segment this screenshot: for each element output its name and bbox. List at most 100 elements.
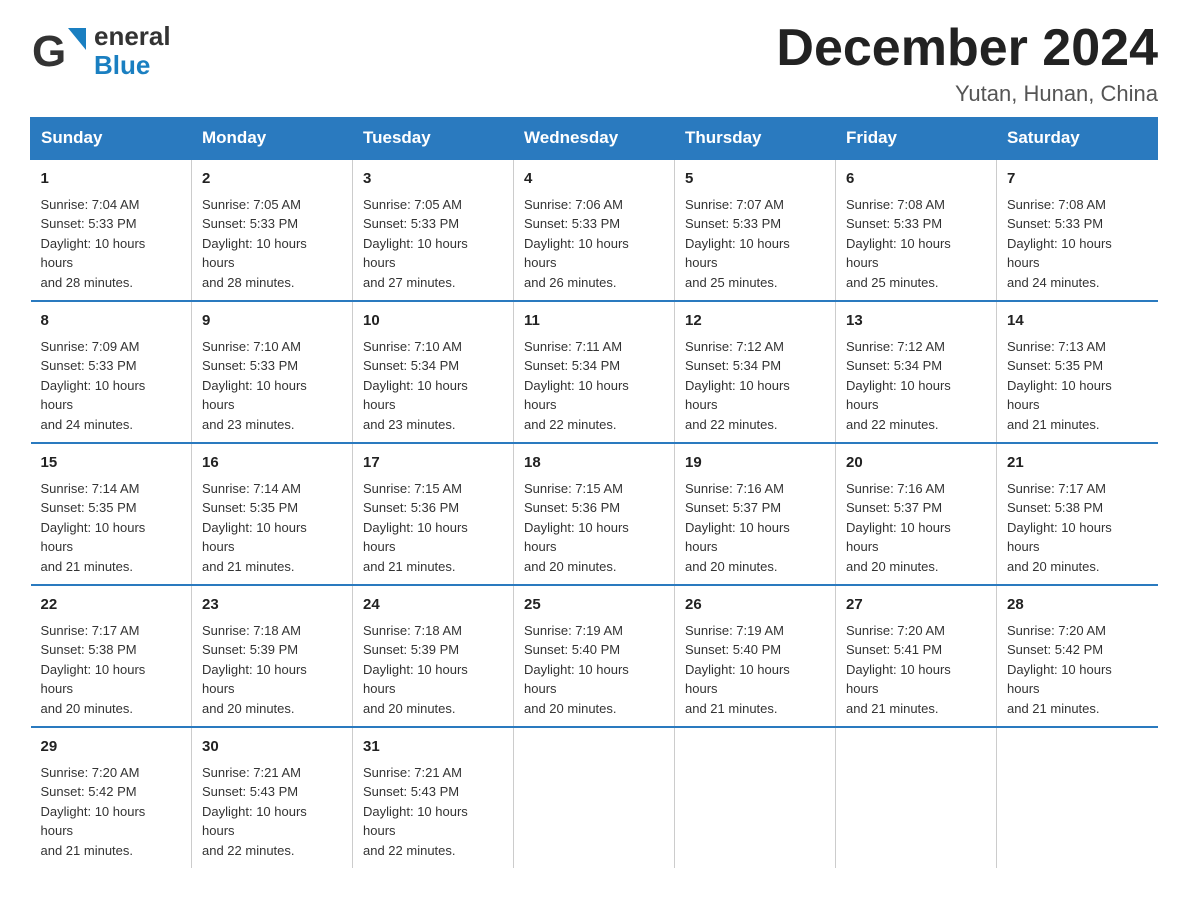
day-number: 23 — [202, 594, 342, 617]
day-number: 29 — [41, 736, 182, 759]
day-number: 26 — [685, 594, 825, 617]
day-number: 22 — [41, 594, 182, 617]
week-row-4: 22 Sunrise: 7:17 AMSunset: 5:38 PMDayligh… — [31, 585, 1158, 727]
day-info: Sunrise: 7:05 AMSunset: 5:33 PMDaylight:… — [202, 195, 342, 293]
day-info: Sunrise: 7:07 AMSunset: 5:33 PMDaylight:… — [685, 195, 825, 293]
day-info: Sunrise: 7:12 AMSunset: 5:34 PMDaylight:… — [846, 337, 986, 435]
calendar-cell: 24 Sunrise: 7:18 AMSunset: 5:39 PMDayligh… — [353, 585, 514, 727]
day-number: 9 — [202, 310, 342, 333]
day-info: Sunrise: 7:17 AMSunset: 5:38 PMDaylight:… — [1007, 479, 1148, 577]
calendar-cell: 14 Sunrise: 7:13 AMSunset: 5:35 PMDayligh… — [997, 301, 1158, 443]
day-number: 13 — [846, 310, 986, 333]
calendar-cell: 18 Sunrise: 7:15 AMSunset: 5:36 PMDayligh… — [514, 443, 675, 585]
day-number: 18 — [524, 452, 664, 475]
day-number: 15 — [41, 452, 182, 475]
day-number: 11 — [524, 310, 664, 333]
header-day-sunday: Sunday — [31, 118, 192, 160]
day-info: Sunrise: 7:13 AMSunset: 5:35 PMDaylight:… — [1007, 337, 1148, 435]
day-info: Sunrise: 7:08 AMSunset: 5:33 PMDaylight:… — [1007, 195, 1148, 293]
calendar-cell: 1Sunrise: 7:04 AMSunset: 5:33 PMDaylight… — [31, 159, 192, 301]
day-info: Sunrise: 7:17 AMSunset: 5:38 PMDaylight:… — [41, 621, 182, 719]
calendar-cell: 31Sunrise: 7:21 AMSunset: 5:43 PMDayligh… — [353, 727, 514, 868]
day-number: 28 — [1007, 594, 1148, 617]
day-number: 24 — [363, 594, 503, 617]
day-number: 16 — [202, 452, 342, 475]
day-info: Sunrise: 7:05 AMSunset: 5:33 PMDaylight:… — [363, 195, 503, 293]
calendar-cell: 6 Sunrise: 7:08 AMSunset: 5:33 PMDaylight… — [836, 159, 997, 301]
day-number: 21 — [1007, 452, 1148, 475]
day-number: 20 — [846, 452, 986, 475]
day-info: Sunrise: 7:18 AMSunset: 5:39 PMDaylight:… — [363, 621, 503, 719]
header-day-monday: Monday — [192, 118, 353, 160]
logo: G eneral Blue — [30, 20, 171, 82]
day-number: 12 — [685, 310, 825, 333]
calendar-cell: 16Sunrise: 7:14 AMSunset: 5:35 PMDayligh… — [192, 443, 353, 585]
header-day-friday: Friday — [836, 118, 997, 160]
calendar-cell: 29 Sunrise: 7:20 AMSunset: 5:42 PMDayligh… — [31, 727, 192, 868]
svg-text:G: G — [32, 27, 66, 76]
calendar-cell: 15Sunrise: 7:14 AMSunset: 5:35 PMDayligh… — [31, 443, 192, 585]
day-number: 5 — [685, 168, 825, 191]
calendar-cell: 20Sunrise: 7:16 AMSunset: 5:37 PMDayligh… — [836, 443, 997, 585]
calendar-cell: 3Sunrise: 7:05 AMSunset: 5:33 PMDaylight… — [353, 159, 514, 301]
day-number: 2 — [202, 168, 342, 191]
day-info: Sunrise: 7:18 AMSunset: 5:39 PMDaylight:… — [202, 621, 342, 719]
day-info: Sunrise: 7:19 AMSunset: 5:40 PMDaylight:… — [685, 621, 825, 719]
day-info: Sunrise: 7:20 AMSunset: 5:42 PMDaylight:… — [1007, 621, 1148, 719]
day-number: 10 — [363, 310, 503, 333]
calendar-cell: 22 Sunrise: 7:17 AMSunset: 5:38 PMDayligh… — [31, 585, 192, 727]
calendar-cell — [675, 727, 836, 868]
header-day-thursday: Thursday — [675, 118, 836, 160]
calendar-cell: 26 Sunrise: 7:19 AMSunset: 5:40 PMDayligh… — [675, 585, 836, 727]
header-day-wednesday: Wednesday — [514, 118, 675, 160]
header-day-saturday: Saturday — [997, 118, 1158, 160]
day-info: Sunrise: 7:16 AMSunset: 5:37 PMDaylight:… — [685, 479, 825, 577]
day-number: 25 — [524, 594, 664, 617]
day-info: Sunrise: 7:19 AMSunset: 5:40 PMDaylight:… — [524, 621, 664, 719]
page-header: G eneral Blue December 2024 Yutan, Hunan… — [30, 20, 1158, 107]
week-row-1: 1Sunrise: 7:04 AMSunset: 5:33 PMDaylight… — [31, 159, 1158, 301]
day-number: 6 — [846, 168, 986, 191]
header-row: SundayMondayTuesdayWednesdayThursdayFrid… — [31, 118, 1158, 160]
day-info: Sunrise: 7:15 AMSunset: 5:36 PMDaylight:… — [524, 479, 664, 577]
week-row-2: 8Sunrise: 7:09 AMSunset: 5:33 PMDaylight… — [31, 301, 1158, 443]
calendar-cell: 21 Sunrise: 7:17 AMSunset: 5:38 PMDayligh… — [997, 443, 1158, 585]
day-info: Sunrise: 7:15 AMSunset: 5:36 PMDaylight:… — [363, 479, 503, 577]
day-number: 7 — [1007, 168, 1148, 191]
calendar-cell: 12 Sunrise: 7:12 AMSunset: 5:34 PMDayligh… — [675, 301, 836, 443]
calendar-cell: 17 Sunrise: 7:15 AMSunset: 5:36 PMDayligh… — [353, 443, 514, 585]
week-row-5: 29 Sunrise: 7:20 AMSunset: 5:42 PMDayligh… — [31, 727, 1158, 868]
calendar-cell — [836, 727, 997, 868]
calendar-cell: 2 Sunrise: 7:05 AMSunset: 5:33 PMDaylight… — [192, 159, 353, 301]
day-number: 27 — [846, 594, 986, 617]
calendar-cell: 7 Sunrise: 7:08 AMSunset: 5:33 PMDaylight… — [997, 159, 1158, 301]
header-day-tuesday: Tuesday — [353, 118, 514, 160]
day-info: Sunrise: 7:09 AMSunset: 5:33 PMDaylight:… — [41, 337, 182, 435]
logo-general-text: eneral — [94, 22, 171, 51]
day-info: Sunrise: 7:08 AMSunset: 5:33 PMDaylight:… — [846, 195, 986, 293]
title-block: December 2024 Yutan, Hunan, China — [776, 20, 1158, 107]
calendar-cell — [514, 727, 675, 868]
logo-blue-text: Blue — [94, 51, 171, 80]
calendar-cell: 25 Sunrise: 7:19 AMSunset: 5:40 PMDayligh… — [514, 585, 675, 727]
day-info: Sunrise: 7:10 AMSunset: 5:34 PMDaylight:… — [363, 337, 503, 435]
day-info: Sunrise: 7:06 AMSunset: 5:33 PMDaylight:… — [524, 195, 664, 293]
calendar-cell: 11 Sunrise: 7:11 AMSunset: 5:34 PMDayligh… — [514, 301, 675, 443]
day-info: Sunrise: 7:11 AMSunset: 5:34 PMDaylight:… — [524, 337, 664, 435]
calendar-table: SundayMondayTuesdayWednesdayThursdayFrid… — [30, 117, 1158, 868]
calendar-cell: 5 Sunrise: 7:07 AMSunset: 5:33 PMDaylight… — [675, 159, 836, 301]
day-number: 14 — [1007, 310, 1148, 333]
day-info: Sunrise: 7:20 AMSunset: 5:42 PMDaylight:… — [41, 763, 182, 861]
day-info: Sunrise: 7:20 AMSunset: 5:41 PMDaylight:… — [846, 621, 986, 719]
day-info: Sunrise: 7:12 AMSunset: 5:34 PMDaylight:… — [685, 337, 825, 435]
calendar-cell: 4Sunrise: 7:06 AMSunset: 5:33 PMDaylight… — [514, 159, 675, 301]
calendar-cell: 27 Sunrise: 7:20 AMSunset: 5:41 PMDayligh… — [836, 585, 997, 727]
week-row-3: 15Sunrise: 7:14 AMSunset: 5:35 PMDayligh… — [31, 443, 1158, 585]
calendar-cell: 28 Sunrise: 7:20 AMSunset: 5:42 PMDayligh… — [997, 585, 1158, 727]
calendar-cell: 9Sunrise: 7:10 AMSunset: 5:33 PMDaylight… — [192, 301, 353, 443]
day-number: 17 — [363, 452, 503, 475]
location: Yutan, Hunan, China — [776, 81, 1158, 107]
calendar-cell: 13 Sunrise: 7:12 AMSunset: 5:34 PMDayligh… — [836, 301, 997, 443]
day-info: Sunrise: 7:21 AMSunset: 5:43 PMDaylight:… — [202, 763, 342, 861]
month-title: December 2024 — [776, 20, 1158, 77]
